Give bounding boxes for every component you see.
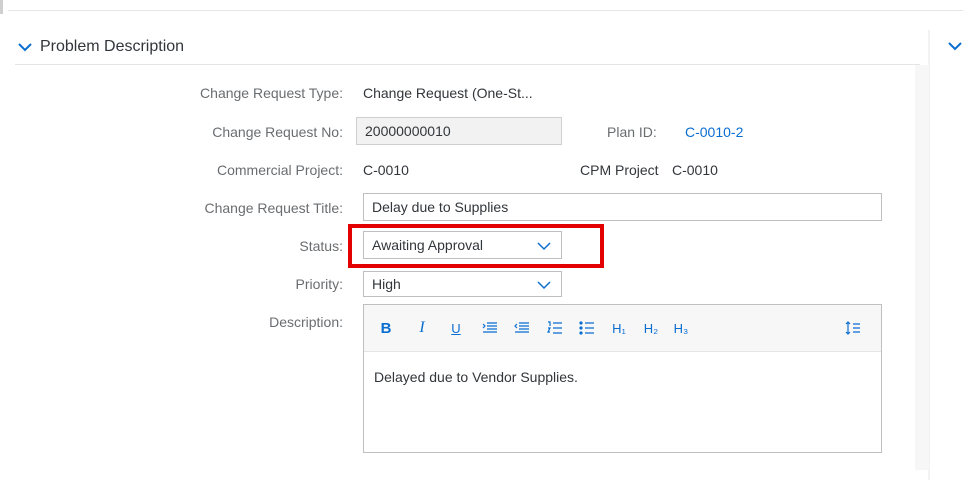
request-no-label: Change Request No: bbox=[212, 124, 343, 140]
heading-2-button[interactable]: H₂ bbox=[640, 317, 662, 339]
heading-3-button[interactable]: H₃ bbox=[670, 317, 692, 339]
header-divider bbox=[15, 64, 920, 65]
description-label: Description: bbox=[269, 314, 343, 330]
scroll-track bbox=[915, 65, 929, 470]
status-label: Status: bbox=[299, 238, 343, 254]
request-no-value: 20000000010 bbox=[365, 123, 451, 139]
editor-toolbar: B I U H₁ H₂ H₃ bbox=[364, 305, 881, 352]
request-no-field: 20000000010 bbox=[356, 117, 562, 145]
commercial-project-label: Commercial Project: bbox=[216, 162, 343, 178]
request-title-value: Delay due to Supplies bbox=[372, 199, 509, 215]
panel-title: Problem Description bbox=[40, 38, 185, 55]
indent-icon[interactable] bbox=[479, 317, 501, 339]
italic-button[interactable]: I bbox=[414, 317, 430, 339]
request-type-value: Change Request (One-St... bbox=[363, 85, 533, 101]
priority-select[interactable]: High bbox=[363, 271, 562, 297]
plan-id-link[interactable]: C-0010-2 bbox=[685, 124, 743, 140]
request-type-label: Change Request Type: bbox=[200, 85, 343, 101]
chevron-down-icon[interactable] bbox=[947, 38, 962, 56]
chevron-down-icon[interactable] bbox=[537, 278, 551, 290]
top-divider bbox=[8, 10, 963, 11]
cpm-project-label: CPM Project bbox=[580, 162, 659, 178]
heading-1-button[interactable]: H₁ bbox=[608, 317, 630, 339]
underline-button[interactable]: U bbox=[448, 317, 464, 339]
request-title-label: Change Request Title: bbox=[204, 200, 343, 216]
line-height-icon[interactable] bbox=[842, 317, 864, 339]
priority-value: High bbox=[372, 276, 401, 292]
problem-description-header[interactable]: Problem Description bbox=[10, 30, 920, 64]
cpm-project-value: C-0010 bbox=[672, 162, 718, 178]
bullet-list-icon[interactable] bbox=[576, 317, 598, 339]
commercial-project-value: C-0010 bbox=[363, 162, 409, 178]
description-editor[interactable]: B I U H₁ H₂ H₃ Delayed due to Vendor Sup… bbox=[363, 304, 882, 453]
numbered-list-icon[interactable] bbox=[544, 317, 566, 339]
right-panel-toggle[interactable] bbox=[932, 30, 977, 64]
bold-button[interactable]: B bbox=[378, 317, 394, 339]
top-strip bbox=[0, 0, 977, 14]
left-edge bbox=[0, 0, 3, 14]
outdent-icon[interactable] bbox=[511, 317, 533, 339]
plan-id-label: Plan ID: bbox=[607, 124, 657, 140]
request-title-input[interactable]: Delay due to Supplies bbox=[363, 193, 882, 221]
status-highlight-box bbox=[348, 224, 604, 268]
priority-label: Priority: bbox=[295, 276, 343, 292]
chevron-down-icon[interactable] bbox=[10, 30, 40, 64]
description-text: Delayed due to Vendor Supplies. bbox=[374, 369, 578, 385]
